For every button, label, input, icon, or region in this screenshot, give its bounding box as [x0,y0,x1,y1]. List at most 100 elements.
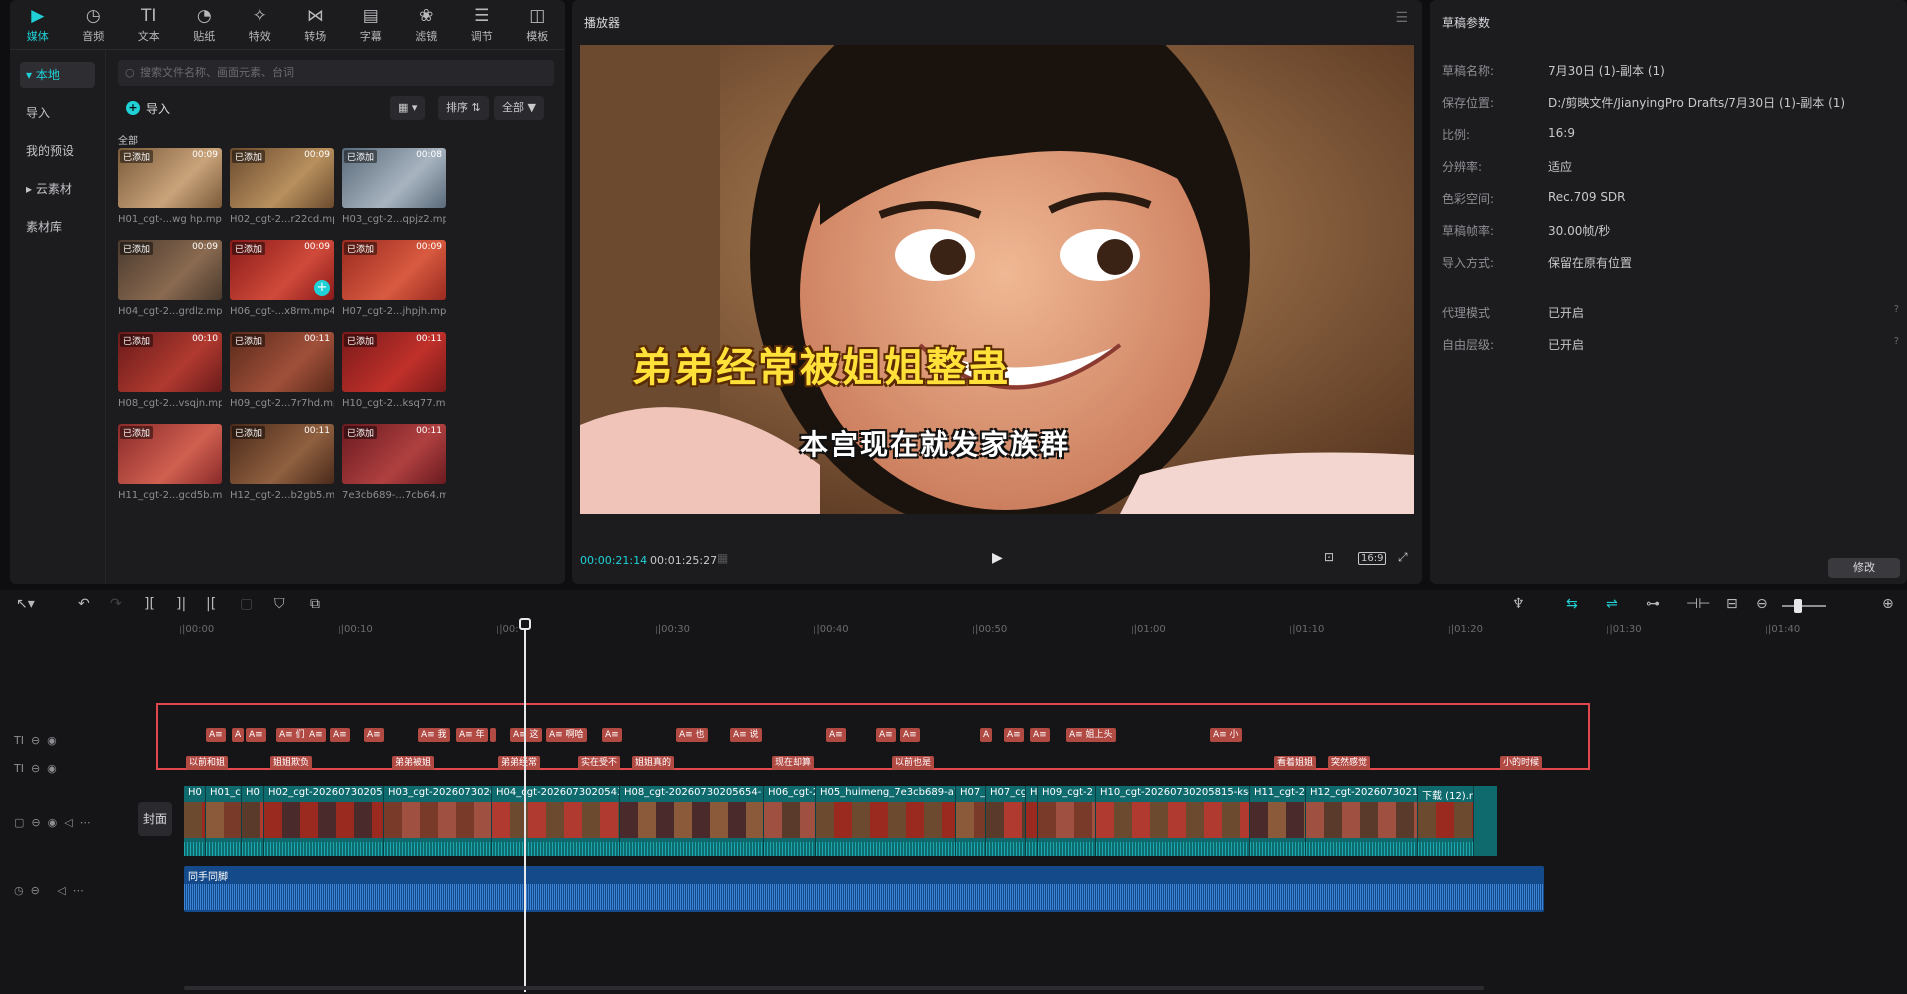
media-item[interactable]: 已添加 00:09 H02_cgt-2...r22cd.mp4 [230,148,334,248]
text-clip[interactable]: A≡ 姐上头 [1066,728,1116,742]
ratio-button[interactable]: 16:9 [1358,550,1387,565]
text-clip[interactable]: A≡ 们 [276,728,308,742]
help-icon[interactable]: ? [1894,304,1899,315]
media-item[interactable]: 已添加 00:10 H08_cgt-2...vsqjn.mp4 [118,332,222,432]
video-clip[interactable]: H01_c [206,786,242,856]
time-ruler[interactable]: |00:00 |00:10 |00: |00:30 |00:40 |00:50 |01:00… [179,624,1907,642]
audio-track[interactable]: 同手同脚 [184,866,1544,912]
text-clip[interactable]: A≡ 年 [456,728,488,742]
media-item[interactable]: 已添加 00:08 H03_cgt-2...qpjz2.mp4 [342,148,446,248]
media-item[interactable]: 已添加 00:09 H04_cgt-2...grdlz.mp4 [118,240,222,340]
freeze-frame-icon[interactable]: ⧉ [310,596,320,612]
text-clip[interactable]: A [980,728,993,742]
text-clip[interactable]: A≡ 说 [730,728,762,742]
subtitle-clip[interactable]: 以前也是 [892,756,935,770]
subtitle-clip[interactable]: 现在却算 [772,756,815,770]
playhead-handle[interactable] [519,618,531,630]
text-clip[interactable]: A≡ [306,728,326,742]
video-clip[interactable]: H08_cgt-20260730205654- [620,786,764,856]
media-search-input[interactable]: ○ 搜索文件名称、画面元素、台词 [118,60,554,86]
import-button[interactable]: + 导入 [126,98,170,118]
subnav-item[interactable]: 素材库 [20,214,95,240]
undo-icon[interactable]: ↶ [78,596,90,612]
subtitle-clip[interactable]: 姐姐真的 [632,756,675,770]
tab-9[interactable]: ◫ 模板 [510,0,566,49]
play-icon[interactable]: ▶ [992,550,1003,566]
tab-6[interactable]: ▤ 字幕 [343,0,399,49]
magnet-icon[interactable]: ⇆ [1566,596,1578,612]
video-clip[interactable]: H12_cgt-20260730210 [1306,786,1418,856]
subnav-item[interactable]: 我的预设 [20,138,95,164]
video-preview[interactable]: 弟弟经常被姐姐整蛊 本宫现在就发家族群 [580,45,1414,514]
video-clip[interactable]: H0 [184,786,206,856]
text-clip[interactable]: A≡ 啊哈 [546,728,587,742]
video-clip[interactable]: H09_cgt-2 [1038,786,1096,856]
trim-right-icon[interactable]: |[ [206,596,216,612]
view-mode-button[interactable]: ▦ ▾ [390,96,426,120]
subtitle-clip[interactable]: 姐姐欺负 [270,756,313,770]
text-clip[interactable]: A≡ [602,728,622,742]
zoom-knob[interactable] [1794,599,1802,613]
align-icon[interactable]: ⊣⊢ [1686,596,1710,612]
text-clip[interactable]: A≡ [330,728,350,742]
trim-left-icon[interactable]: ]| [176,596,186,612]
video-clip[interactable]: H03_cgt-2026073020 [384,786,492,856]
video-clip[interactable]: H06_cgt-2 [764,786,816,856]
fullscreen-icon[interactable]: ⤢ [1398,550,1408,565]
text-clip[interactable]: A≡ [900,728,920,742]
text-clip[interactable]: A≡ 我 [418,728,450,742]
select-cursor-icon[interactable]: ↖▾ [16,596,35,612]
tab-1[interactable]: ◷ 音频 [66,0,122,49]
video-clip[interactable]: H05_huimeng_7e3cb689-a7 [816,786,956,856]
subtitle-clip[interactable]: 实在受不 [578,756,621,770]
video-clip[interactable]: H02_cgt-20260730205 [264,786,384,856]
text-track-2-controls[interactable]: TI ⊖ ◉ [14,762,57,775]
media-item[interactable]: 已添加 00:09 + H06_cgt-...x8rm.mp4 [230,240,334,340]
video-clip[interactable]: H10_cgt-20260730205815-ksq [1096,786,1250,856]
help-icon[interactable]: ? [1894,336,1899,347]
linkage-icon[interactable]: ⇌ [1606,596,1618,612]
subnav-item[interactable]: 导入 [20,100,95,126]
tab-5[interactable]: ⋈ 转场 [288,0,344,49]
subtitle-clip[interactable]: 突然感觉 [1328,756,1371,770]
text-clip[interactable]: A≡ [826,728,846,742]
video-track-controls[interactable]: ▢ ⊖ ◉ ◁ ⋯ [14,816,91,829]
media-item[interactable]: 已添加 00:11 7e3cb689-...7cb64.mp4 [342,424,446,524]
tab-4[interactable]: ✧ 特效 [232,0,288,49]
text-clip[interactable]: A≡ [206,728,226,742]
text-clip[interactable]: A≡ [1030,728,1050,742]
preview-axis-icon[interactable]: ⊟ [1726,596,1738,612]
video-clip[interactable]: H0 [242,786,264,856]
playhead[interactable] [524,620,526,992]
text-clip[interactable]: A≡ [364,728,384,742]
text-clip[interactable]: A≡ 也 [676,728,708,742]
tab-2[interactable]: TI 文本 [121,0,177,49]
video-clip[interactable]: H11_cgt-2 [1250,786,1306,856]
media-item[interactable]: 已添加 00:11 H12_cgt-2...b2gb5.mp4 [230,424,334,524]
zoom-in-icon[interactable]: ⊕ [1882,596,1894,612]
subnav-item[interactable]: ▸ 云素材 [20,176,95,202]
text-clip[interactable]: A≡ [876,728,896,742]
mark-icon[interactable]: ⛉ [274,596,285,612]
zoom-slider[interactable] [1782,605,1826,607]
video-clip[interactable]: H( [1026,786,1038,856]
media-item[interactable]: 已添加 00:11 H09_cgt-2...7r7hd.mp4 [230,332,334,432]
text-clip[interactable]: A≡ 小 [1210,728,1242,742]
subtitle-clip[interactable]: 弟弟被姐 [392,756,435,770]
sort-button[interactable]: 排序 ⇅ [438,96,489,120]
text-track-1-controls[interactable]: TI ⊖ ◉ [14,734,57,747]
media-item[interactable]: 已添加 00:11 H10_cgt-2...ksq77.mp4 [342,332,446,432]
text-clip[interactable]: A≡ [1004,728,1024,742]
filter-button[interactable]: 全部 ▼ [494,96,544,120]
text-clip[interactable]: A≡ [246,728,266,742]
modify-button[interactable]: 修改 [1828,558,1900,578]
media-item[interactable]: 已添加 H11_cgt-2...gcd5b.mp4 [118,424,222,524]
menu-icon[interactable]: ☰ [1395,10,1408,26]
zoom-out-icon[interactable]: ⊖ [1756,596,1768,612]
split-icon[interactable]: ][ [144,596,155,612]
tab-3[interactable]: ◔ 贴纸 [177,0,233,49]
subtitle-clip[interactable]: 小的时候 [1500,756,1543,770]
video-clip[interactable]: H07_cg [986,786,1026,856]
tab-7[interactable]: ❀ 滤镜 [399,0,455,49]
text-clip[interactable] [490,728,496,742]
